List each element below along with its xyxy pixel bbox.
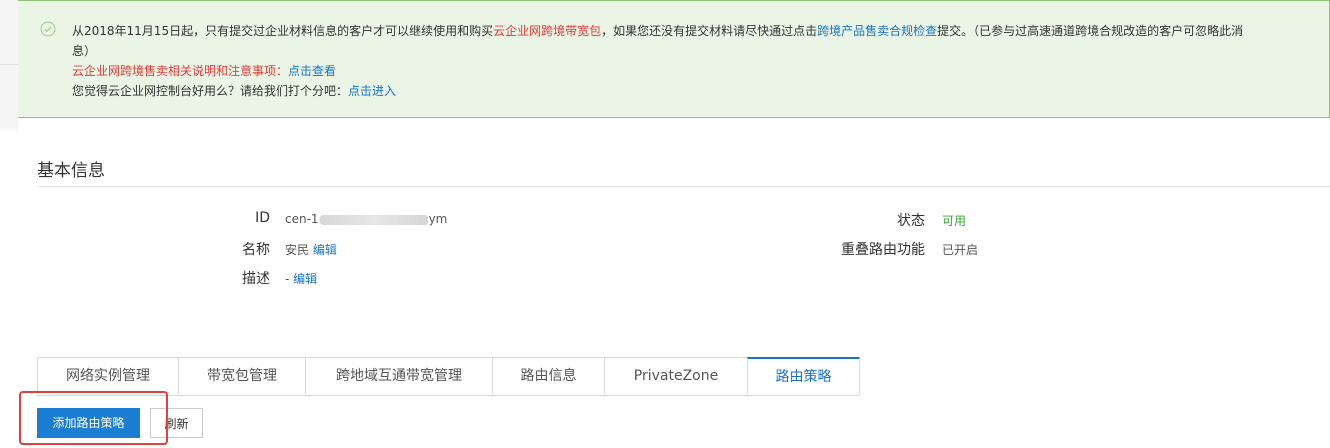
description-label: 描述 [242, 271, 270, 287]
status-label: 状态 [897, 213, 925, 229]
notice-text-end: 提交。（已参与过高速通道跨境合规改造的客户可忽略此消 [937, 24, 1244, 38]
overlap-routing-value: 已开启 [942, 243, 979, 257]
tab-route-policy[interactable]: 路由策略 [747, 357, 860, 394]
left-sidebar-edge [0, 0, 18, 130]
cross-border-notes-label: 云企业网跨境售卖相关说明和注意事项： [72, 64, 289, 78]
rating-prompt-label: 您觉得云企业网控制台好用么？请给我们打个分吧： [72, 84, 349, 98]
notice-text-intro: 从2018年11月15日起，只有提交过企业材料信息的客户才可以继续使用和购买 [72, 24, 494, 38]
overlap-routing-label: 重叠路由功能 [841, 242, 925, 258]
compliance-check-link[interactable]: 跨境产品售卖合规检查 [817, 24, 937, 38]
id-value-suffix: ym [428, 212, 448, 226]
id-value-prefix: cen-1 [285, 212, 319, 226]
edit-description-link[interactable]: 编辑 [293, 272, 317, 286]
check-circle-icon [40, 21, 56, 37]
status-value: 可用 [942, 214, 967, 228]
rate-console-link[interactable]: 点击进入 [348, 84, 396, 98]
notice-text-middle: ，如果您还没有提交材料请尽快通过点击 [601, 24, 818, 38]
instance-tabs: 网络实例管理 带宽包管理 跨地域互通带宽管理 路由信息 PrivateZone … [37, 357, 860, 396]
notice-line-2: 云企业网跨境售卖相关说明和注意事项：点击查看 [72, 61, 1322, 81]
page-section-title: 基本信息 [37, 161, 105, 181]
cross-border-package-text: 云企业网跨境带宽包 [493, 24, 602, 38]
add-route-policy-button[interactable]: 添加路由策略 [37, 408, 140, 438]
notice-line-1: 从2018年11月15日起，只有提交过企业材料信息的客户才可以继续使用和购买云企… [72, 21, 1322, 41]
notice-line-3: 您觉得云企业网控制台好用么？请给我们打个分吧：点击进入 [72, 81, 1322, 101]
id-label: ID [255, 210, 270, 226]
name-label: 名称 [242, 242, 270, 258]
tab-route-info[interactable]: 路由信息 [492, 357, 604, 394]
edit-name-link[interactable]: 编辑 [313, 243, 337, 257]
tab-bandwidth-packages[interactable]: 带宽包管理 [178, 357, 305, 394]
sidebar-divider [0, 64, 18, 65]
notice-line-1-wrap: 息） [72, 44, 97, 58]
description-value: - [285, 272, 290, 286]
compliance-notice: 从2018年11月15日起，只有提交过企业材料信息的客户才可以继续使用和购买云企… [18, 0, 1330, 118]
view-notes-link[interactable]: 点击查看 [288, 64, 336, 78]
name-value-group: 安民 编辑 [285, 241, 337, 258]
section-divider [37, 186, 1330, 187]
tab-network-instances[interactable]: 网络实例管理 [37, 357, 178, 394]
tab-private-zone[interactable]: PrivateZone [604, 357, 747, 394]
tab-cross-region-bandwidth[interactable]: 跨地域互通带宽管理 [305, 357, 492, 394]
masked-id-segment [319, 214, 428, 225]
refresh-button[interactable]: 刷新 [150, 408, 203, 438]
id-value: cen-1 ym [285, 212, 447, 226]
name-value: 安民 [285, 243, 310, 257]
description-value-group: - 编辑 [285, 270, 317, 287]
